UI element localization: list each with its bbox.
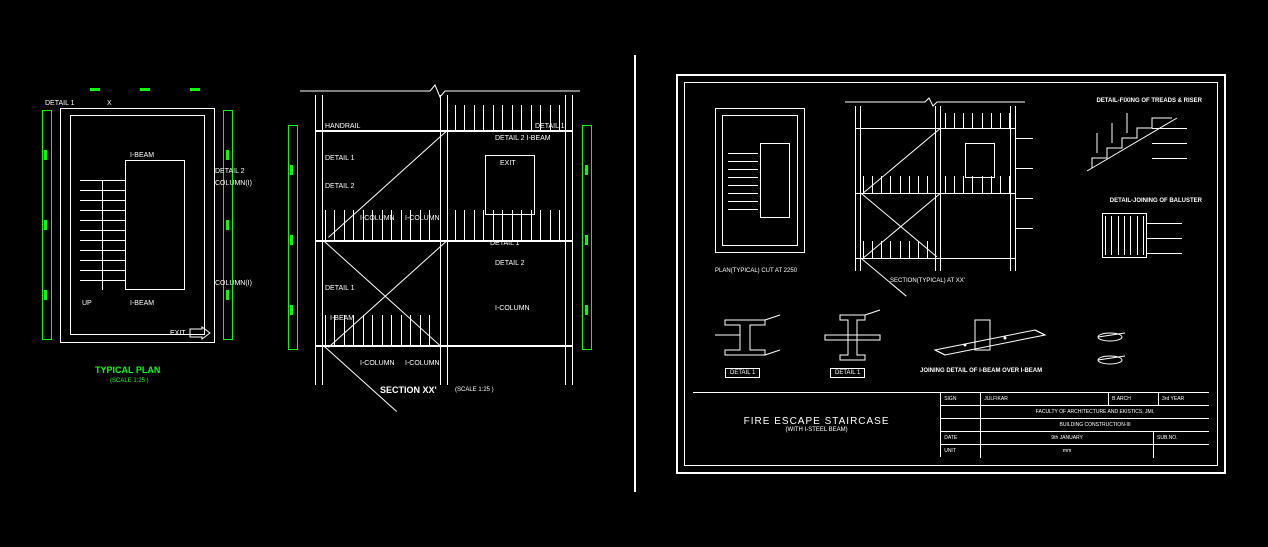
tb-unit: mm (981, 445, 1154, 458)
section-label-icolc: I-COLUMN (495, 305, 530, 312)
section-label-d2b: DETAIL 2 (495, 260, 525, 267)
detail-2-box: DETAIL 1 (810, 310, 900, 380)
section-label-icolb: I-COLUMN (405, 215, 440, 222)
section-label-d2a: DETAIL 2 (325, 183, 355, 190)
section-label-icold: I-COLUMN (360, 360, 395, 367)
section-label-ibeam: I-BEAM (330, 315, 354, 322)
section-label-d1b: DETAIL 1 (325, 155, 355, 162)
plan-label-exit: EXIT (170, 330, 186, 337)
section-title: SECTION XX' (380, 385, 437, 395)
plan-title: TYPICAL PLAN (95, 365, 160, 375)
joining-detail: JOINING DETAIL OF I-BEAM OVER I-BEAM (915, 310, 1065, 380)
tb-year: 3rd YEAR (1159, 393, 1209, 405)
plan-label-up: UP (82, 300, 92, 307)
joining-caption: JOINING DETAIL OF I-BEAM OVER I-BEAM (920, 368, 1042, 374)
detail-baluster: DETAIL-JOINING OF BALUSTER (1052, 198, 1202, 268)
tb-name2: B.ARCH (1109, 393, 1159, 405)
mini-section: SECTION(TYPICAL) AT XX' (835, 98, 1035, 288)
plan-label-column: COLUMN(I) (215, 180, 252, 187)
plan-label-column2: COLUMN(I) (215, 280, 252, 287)
left-panel: DETAIL 1 X I-BEAM DETAIL 2 COLUMN(I) COL… (0, 0, 634, 547)
mini-plan-caption: PLAN(TYPICAL) CUT AT 2250 (715, 268, 797, 274)
section-view: EXIT HANDRAIL DETAIL 2 I-BEAM DETAIL 1 D… (280, 85, 600, 395)
tb-date-label: DATE (941, 432, 981, 444)
canvas: DETAIL 1 X I-BEAM DETAIL 2 COLUMN(I) COL… (0, 0, 1268, 547)
mini-plan: PLAN(TYPICAL) CUT AT 2250 (710, 103, 820, 283)
plan-label-x: X (107, 100, 112, 107)
plan-label-detail2: DETAIL 2 (215, 168, 245, 175)
section-label-d1a: DETAIL 1 (535, 123, 565, 130)
drawing-sheet: PLAN(TYPICAL) CUT AT 2250 (676, 74, 1226, 474)
section-label-d2ibeam: DETAIL 2 I-BEAM (495, 135, 551, 142)
plan-label-ibeam2: I-BEAM (130, 300, 154, 307)
detail1-caption: DETAIL 1 (725, 368, 760, 378)
tb-subno: SUB.NO. (1154, 432, 1209, 444)
section-scale: (SCALE 1:25 ) (455, 387, 494, 393)
right-panel: PLAN(TYPICAL) CUT AT 2250 (634, 0, 1268, 547)
sheet-title: FIRE ESCAPE STAIRCASE (744, 416, 890, 427)
detail-tr-title: DETAIL-FIXING OF TREADS & RISER (1096, 98, 1202, 104)
section-label-handrail: HANDRAIL (325, 123, 360, 130)
plan-label-detail1: DETAIL 1 (45, 100, 75, 107)
title-block: FIRE ESCAPE STAIRCASE (WITH I-STEEL BEAM… (693, 392, 1209, 457)
tb-course: BUILDING CONSTRUCTION-III (981, 419, 1209, 431)
tb-sign: SIGN (941, 393, 981, 405)
tb-faculty: FACULTY OF ARCHITECTURE AND EKISTICS, JM… (981, 406, 1209, 418)
exit-arrow-icon (190, 327, 210, 339)
tb-unit-label: UNIT (941, 445, 981, 458)
section-label-icola: I-COLUMN (360, 215, 395, 222)
detail2-caption: DETAIL 1 (830, 368, 865, 378)
detail-1-box: DETAIL 1 (705, 310, 795, 380)
tb-name1: JULFIKAR (981, 393, 1109, 405)
bolt-icons (1080, 325, 1140, 380)
plan-scale: (SCALE 1:25 ) (110, 378, 149, 384)
mini-section-caption: SECTION(TYPICAL) AT XX' (890, 278, 965, 284)
detail-baluster-title: DETAIL-JOINING OF BALUSTER (1110, 198, 1202, 204)
section-label-d1c: DETAIL 1 (325, 285, 355, 292)
section-label-icole: I-COLUMN (405, 360, 440, 367)
detail-treads-riser: DETAIL-FIXING OF TREADS & RISER (1052, 98, 1202, 188)
sheet-subtitle: (WITH I-STEEL BEAM) (786, 427, 848, 433)
detail-row: DETAIL 1 DETAIL 1 (705, 300, 1202, 380)
tb-date: 9th JANUARY (981, 432, 1154, 444)
section-label-d1e: DETAIL 1 (490, 240, 520, 247)
plan-label-ibeam: I-BEAM (130, 152, 154, 159)
plan-view: DETAIL 1 X I-BEAM DETAIL 2 COLUMN(I) COL… (50, 90, 250, 390)
section-label-exit: EXIT (500, 160, 516, 167)
